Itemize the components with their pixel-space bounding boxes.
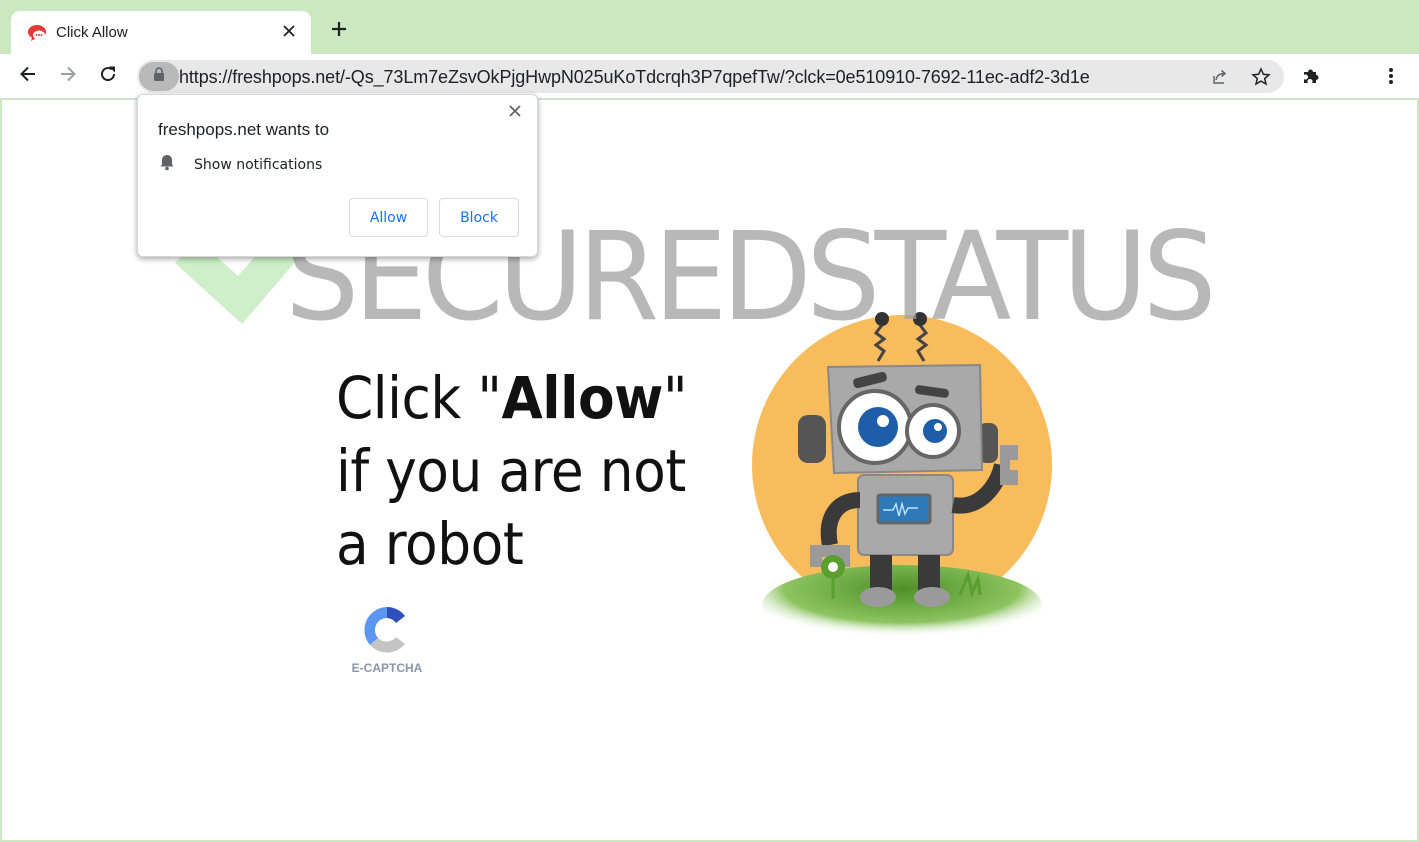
tab-click-allow[interactable]: Click Allow — [11, 11, 311, 54]
popup-close-button[interactable] — [505, 103, 525, 123]
robot-illustration — [750, 305, 1060, 645]
headline: Click "Allow" if you are not a robot — [336, 362, 722, 581]
browser-window: Click Allow https://freshpops.net/-Qs_73… — [0, 0, 1419, 842]
allow-button[interactable]: Allow — [349, 198, 428, 237]
reload-button[interactable] — [94, 62, 122, 90]
forward-button[interactable] — [54, 62, 82, 90]
kebab-menu-icon[interactable] — [1378, 63, 1404, 89]
headline-prefix: Click " — [336, 364, 502, 432]
close-icon[interactable] — [279, 21, 299, 41]
reload-icon — [98, 64, 118, 89]
tab-strip: Click Allow — [0, 0, 1419, 54]
captcha-label: E-CAPTCHA — [351, 661, 423, 675]
chat-bubble-icon — [27, 24, 47, 42]
share-icon[interactable] — [1208, 65, 1232, 89]
plus-icon — [330, 20, 348, 43]
notification-permission-popup: freshpops.net wants to Show notification… — [137, 94, 538, 257]
close-icon — [509, 104, 521, 122]
site-info-button[interactable] — [139, 62, 179, 91]
captcha-badge[interactable]: E-CAPTCHA — [347, 605, 427, 675]
new-tab-button[interactable] — [327, 19, 351, 43]
lock-icon — [153, 67, 165, 86]
toolbar: https://freshpops.net/-Qs_73Lm7eZsvOkPjg… — [0, 54, 1419, 99]
arrow-left-icon — [18, 64, 38, 89]
arrow-right-icon — [58, 64, 78, 89]
address-bar[interactable]: https://freshpops.net/-Qs_73Lm7eZsvOkPjg… — [137, 60, 1284, 93]
url-text[interactable]: https://freshpops.net/-Qs_73Lm7eZsvOkPjg… — [179, 67, 1090, 88]
permission-row: Show notifications — [158, 153, 322, 176]
popup-title: freshpops.net wants to — [158, 120, 330, 139]
tab-title: Click Allow — [56, 24, 128, 41]
puzzle-icon[interactable] — [1298, 63, 1324, 89]
permission-label: Show notifications — [194, 156, 323, 173]
bell-icon — [158, 153, 176, 176]
block-button[interactable]: Block — [439, 198, 519, 237]
headline-bold: Allow — [501, 364, 663, 432]
back-button[interactable] — [14, 62, 42, 90]
captcha-logo-icon — [362, 605, 412, 655]
star-icon[interactable] — [1249, 65, 1273, 89]
